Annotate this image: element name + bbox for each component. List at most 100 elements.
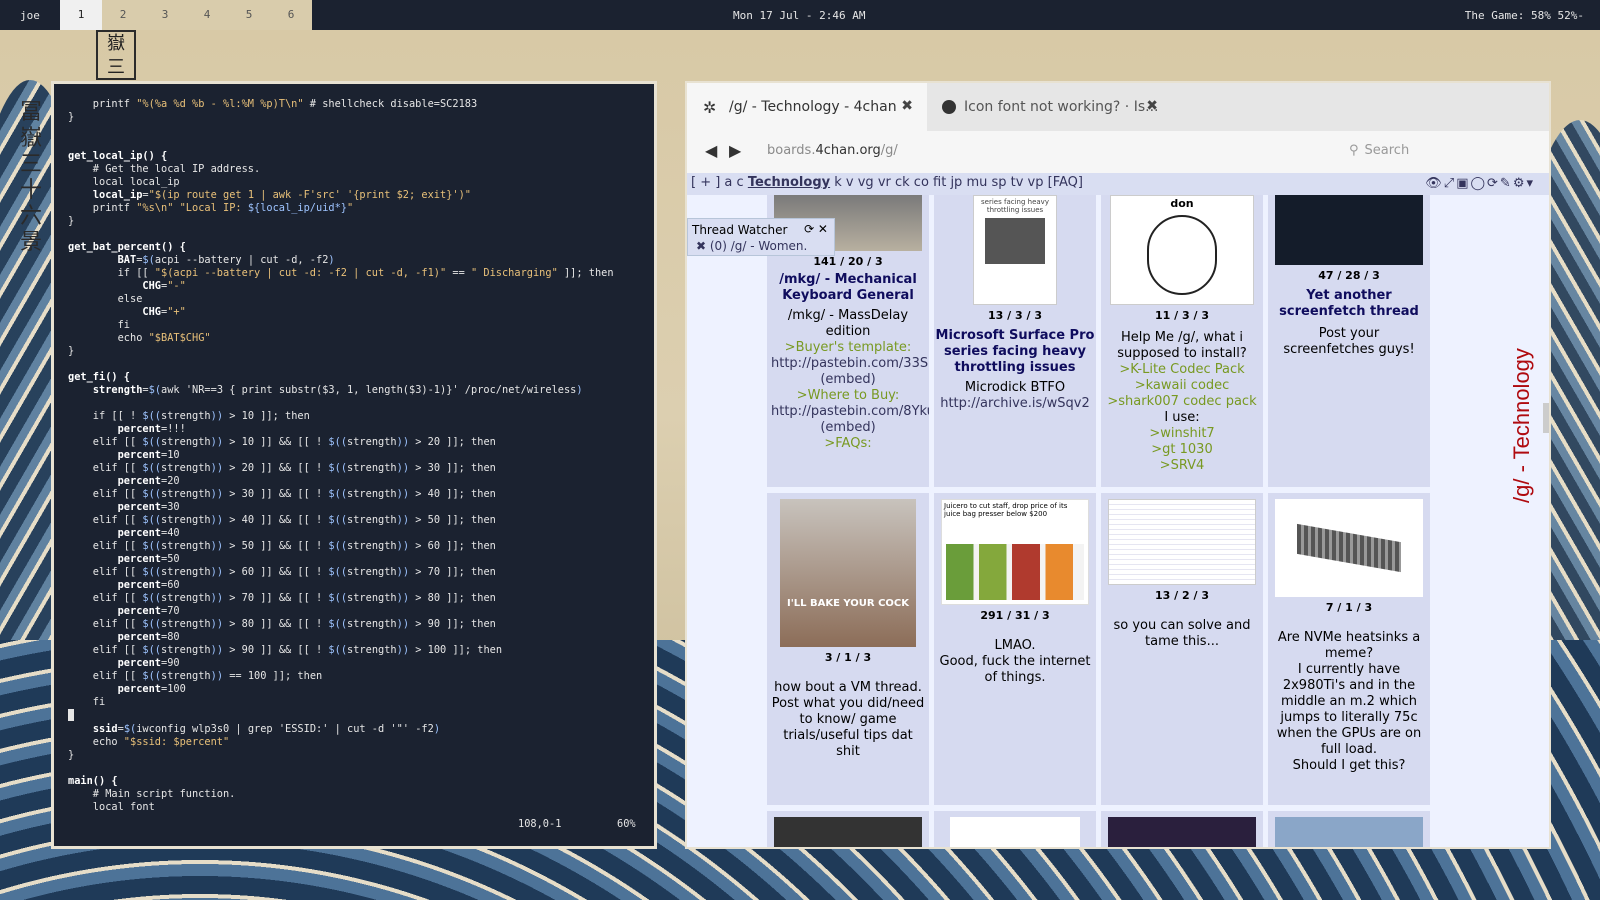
thread-thumbnail[interactable] bbox=[1275, 195, 1423, 265]
back-icon[interactable]: ◀ bbox=[705, 141, 717, 160]
thread-text: how bout a VM thread. Post what you did/… bbox=[771, 680, 925, 759]
greentext: >Where to Buy: bbox=[796, 388, 900, 403]
user-name: joe bbox=[20, 9, 40, 22]
thread-stats: 47 / 28 / 3 bbox=[1318, 269, 1380, 282]
thread-text: /mkg/ - MassDelay edition bbox=[787, 308, 909, 339]
close-icon[interactable]: ⟳ ✕ bbox=[804, 222, 828, 236]
page-content: [ + ] a c Technology k v vg vr ck co fit… bbox=[687, 173, 1549, 847]
greentext: >kawaii codec bbox=[1134, 378, 1230, 393]
thread-text: Are NVMe heatsinks a meme? bbox=[1277, 630, 1421, 661]
thread-text: I currently have 2x980Ti's and in the mi… bbox=[1276, 662, 1422, 757]
thumbnail-image bbox=[985, 218, 1045, 264]
board-side-title: /g/ - Technology bbox=[1509, 348, 1534, 503]
thread-card[interactable]: 13 / 2 / 3 so you can solve and tame thi… bbox=[1101, 493, 1263, 805]
thread-thumbnail[interactable] bbox=[1108, 499, 1256, 585]
thread-text: so you can solve and tame this... bbox=[1113, 618, 1251, 649]
extensions-icon[interactable]: ✲ bbox=[703, 98, 716, 117]
tab-4chan-g[interactable]: /g/ - Technology - 4chan ✖ bbox=[727, 83, 927, 131]
workspace-4[interactable]: 4 bbox=[186, 0, 228, 30]
thread-text: Post your screenfetches guys! bbox=[1283, 326, 1415, 357]
thread-stats: 3 / 1 / 3 bbox=[824, 651, 872, 664]
workspace-3[interactable]: 3 bbox=[144, 0, 186, 30]
thread-thumbnail[interactable] bbox=[1275, 499, 1423, 597]
workspace-2[interactable]: 2 bbox=[102, 0, 144, 30]
greentext: >SRV4 bbox=[1159, 458, 1205, 473]
thread-text: Good, fuck the internet of things. bbox=[939, 654, 1091, 685]
link[interactable]: http://archive.is/wSqv2 bbox=[938, 396, 1092, 412]
thread-card[interactable]: 47 / 28 / 3 Yet another screenfetch thre… bbox=[1268, 195, 1430, 487]
thread-thumbnail[interactable] bbox=[950, 817, 1080, 847]
thread-stats: 291 / 31 / 3 bbox=[980, 609, 1050, 622]
thumbnail-image bbox=[1297, 523, 1401, 573]
thread-card[interactable] bbox=[934, 811, 1096, 847]
scroll-percent: 60% bbox=[617, 818, 636, 830]
thread-stats: 13 / 2 / 3 bbox=[1155, 589, 1209, 602]
cursor-position: 108,0-1 bbox=[518, 818, 562, 830]
toolbar-icons[interactable]: 👁⤢▣◯⟳✎⚙▾ bbox=[1425, 174, 1535, 194]
thumbnail-image bbox=[946, 544, 1084, 600]
thread-thumbnail[interactable] bbox=[1108, 817, 1256, 847]
boards-prefix[interactable]: [ + ] a c bbox=[691, 175, 744, 190]
thread-stats: 141 / 20 / 3 bbox=[813, 255, 883, 268]
board-list: [ + ] a c Technology k v vg vr ck co fit… bbox=[687, 173, 1549, 195]
thread-stats: 13 / 3 / 3 bbox=[988, 309, 1042, 322]
thumbnail-text: I'LL BAKE YOUR COCK bbox=[786, 598, 910, 609]
close-icon[interactable]: ✖ bbox=[901, 98, 913, 114]
address-bar: ◀ ▶ boards.4chan.org/g/ ⚲ Search bbox=[687, 131, 1549, 173]
thread-stats: 7 / 1 / 3 bbox=[1325, 601, 1373, 614]
tab-title: Icon font not working? · Is... bbox=[964, 99, 1159, 115]
thread-watcher[interactable]: Thread Watcher ⟳ ✕ ✖ (0) /g/ - Women. bbox=[687, 218, 835, 256]
workspace-1[interactable]: 1 bbox=[60, 0, 102, 30]
thumbnail-text: series facing heavy throttling issues bbox=[981, 198, 1049, 214]
thread-card[interactable]: don 11 / 3 / 3 Help Me /g/, what i suppo… bbox=[1101, 195, 1263, 487]
greentext: >shark007 codec pack bbox=[1107, 394, 1257, 409]
thread-thumbnail[interactable]: I'LL BAKE YOUR COCK bbox=[780, 499, 916, 647]
greentext: >winshit7 bbox=[1149, 426, 1215, 441]
workspace-6[interactable]: 6 bbox=[270, 0, 312, 30]
thread-thumbnail[interactable] bbox=[1275, 817, 1423, 847]
board-current[interactable]: Technology bbox=[748, 175, 830, 190]
close-icon[interactable]: ✖ bbox=[1146, 98, 1158, 114]
system-status: The Game: 58% 52%- bbox=[1464, 9, 1584, 22]
thread-title: Microsoft Surface Pro series facing heav… bbox=[935, 328, 1095, 375]
thread-title: Yet another screenfetch thread bbox=[1279, 288, 1419, 319]
status-bar: joe 1 2 3 4 5 6 Mon 17 Jul - 2:46 AM The… bbox=[0, 0, 1600, 30]
thread-card[interactable]: 7 / 1 / 3 Are NVMe heatsinks a meme? I c… bbox=[1268, 493, 1430, 805]
thread-card[interactable] bbox=[767, 811, 929, 847]
code-editor[interactable]: printf "%(%a %d %b - %l:%M %p)T\n" # she… bbox=[68, 98, 614, 814]
thumbnail-text: Juicero to cut staff, drop price of its … bbox=[944, 502, 1068, 518]
url-field[interactable]: boards.4chan.org/g/ bbox=[767, 143, 898, 158]
thread-card[interactable]: Juicero to cut staff, drop price of its … bbox=[934, 493, 1096, 805]
thread-thumbnail[interactable]: Juicero to cut staff, drop price of its … bbox=[941, 499, 1089, 605]
thread-text: I use: bbox=[1164, 410, 1200, 425]
thread-thumbnail[interactable] bbox=[774, 817, 922, 847]
greentext: >Buyer's template: bbox=[784, 340, 912, 355]
search-input[interactable]: ⚲ Search bbox=[1349, 143, 1409, 158]
thread-watcher-title: Thread Watcher bbox=[692, 223, 788, 237]
search-icon: ⚲ bbox=[1349, 143, 1359, 158]
thread-thumbnail[interactable]: series facing heavy throttling issues bbox=[973, 195, 1057, 305]
thread-card[interactable] bbox=[1268, 811, 1430, 847]
thread-card[interactable] bbox=[1101, 811, 1263, 847]
forward-icon[interactable]: ▶ bbox=[729, 141, 741, 160]
tab-github-issue[interactable]: Icon font not working? · Is... ✖ bbox=[942, 83, 1182, 131]
greentext: >K-Lite Codec Pack bbox=[1119, 362, 1245, 377]
clock: Mon 17 Jul - 2:46 AM bbox=[733, 9, 866, 22]
browser-window: ✲ /g/ - Technology - 4chan ✖ Icon font n… bbox=[685, 81, 1551, 849]
scrollbar[interactable] bbox=[1543, 403, 1549, 433]
thread-title: /mkg/ - Mechanical Keyboard General bbox=[779, 272, 917, 303]
thread-stats: 11 / 3 / 3 bbox=[1155, 309, 1209, 322]
thread-thumbnail[interactable]: don bbox=[1110, 195, 1254, 305]
link[interactable]: http://pastebin.com/8Yku80VL (embed) bbox=[771, 404, 929, 436]
tab-title: /g/ - Technology - 4chan bbox=[729, 99, 897, 115]
workspace-5[interactable]: 5 bbox=[228, 0, 270, 30]
thread-text: LMAO. bbox=[994, 638, 1036, 653]
github-icon bbox=[942, 100, 956, 114]
thread-card[interactable]: I'LL BAKE YOUR COCK 3 / 1 / 3 how bout a… bbox=[767, 493, 929, 805]
thread-watcher-item[interactable]: ✖ (0) /g/ - Women. bbox=[696, 239, 807, 253]
terminal-window[interactable]: printf "%(%a %d %b - %l:%M %p)T\n" # she… bbox=[51, 81, 657, 849]
thread-text: Microdick BTFO bbox=[964, 380, 1066, 395]
link[interactable]: http://pastebin.com/33S1gVkG (embed) bbox=[771, 356, 929, 388]
boards-suffix[interactable]: k v vg vr ck co fit jp mu sp tv vp [FAQ] bbox=[834, 175, 1083, 190]
thread-card[interactable]: series facing heavy throttling issues 13… bbox=[934, 195, 1096, 487]
